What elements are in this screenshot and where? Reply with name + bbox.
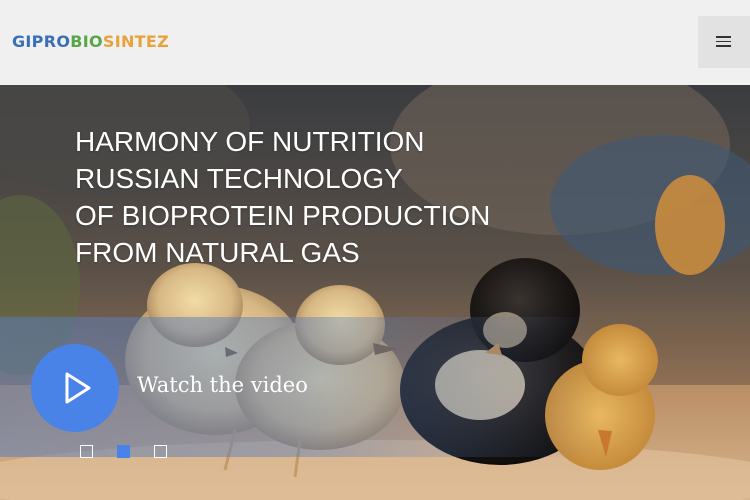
menu-button[interactable] <box>698 16 750 68</box>
play-icon <box>65 372 91 404</box>
headline-line: FROM NATURAL GAS <box>75 237 360 268</box>
play-video-button[interactable] <box>31 344 119 432</box>
hamburger-icon <box>716 36 731 47</box>
headline-line: HARMONY OF NUTRITION <box>75 126 425 157</box>
headline-line: OF BIOPROTEIN PRODUCTION <box>75 200 491 231</box>
logo-part-sintez: SINTEZ <box>102 32 170 51</box>
site-logo[interactable]: GIPROBIOSINTEZ <box>12 32 169 51</box>
hero-banner: HARMONY OF NUTRITION RUSSIAN TECHNOLOGY … <box>0 85 750 500</box>
hero-headline: HARMONY OF NUTRITION RUSSIAN TECHNOLOGY … <box>75 123 535 271</box>
watch-video-link[interactable]: Watch the video <box>137 373 308 397</box>
slide-dot-2[interactable] <box>117 445 130 458</box>
logo-part-bio: BIO <box>70 32 103 51</box>
slide-dot-1[interactable] <box>80 445 93 458</box>
headline-line: RUSSIAN TECHNOLOGY <box>75 163 403 194</box>
slider-pagination <box>80 445 180 459</box>
slide-dot-3[interactable] <box>154 445 167 458</box>
site-header: GIPROBIOSINTEZ <box>0 0 750 85</box>
logo-part-gipro: GIPRO <box>12 32 71 51</box>
